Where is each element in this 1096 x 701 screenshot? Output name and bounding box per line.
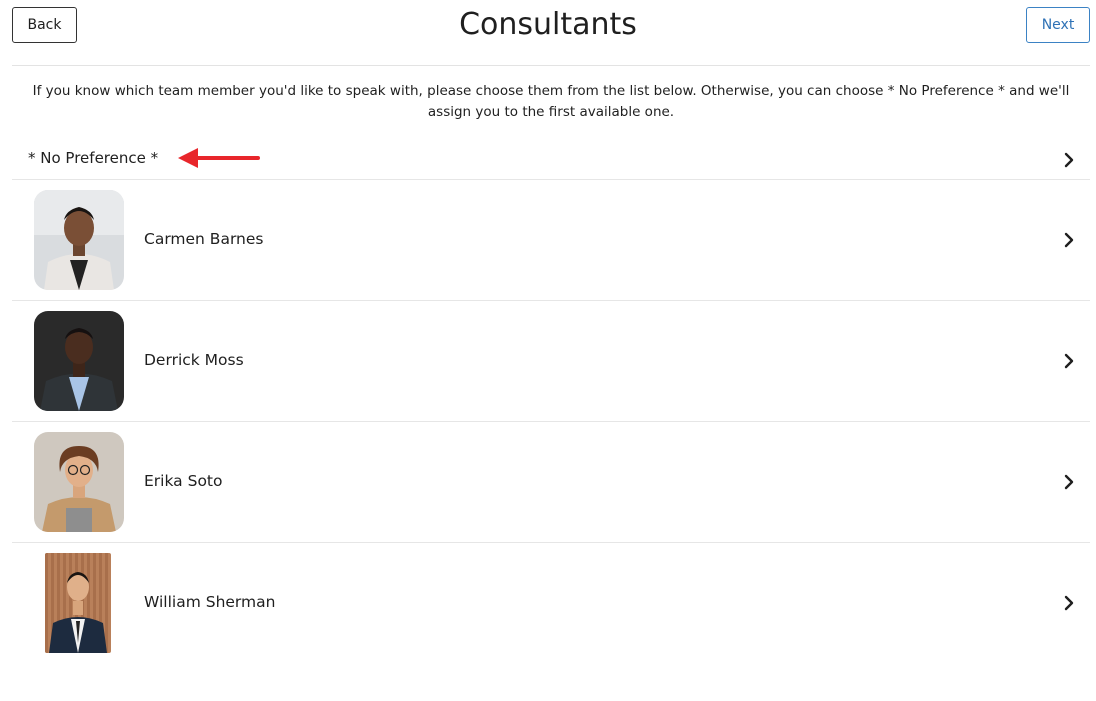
avatar — [34, 311, 124, 411]
page-title: Consultants — [459, 7, 637, 42]
red-arrow-annotation-icon — [178, 148, 260, 168]
page-header: Back Consultants Next — [0, 0, 1096, 52]
chevron-right-icon — [1064, 353, 1074, 369]
avatar — [45, 553, 111, 653]
chevron-right-icon — [1064, 152, 1074, 168]
chevron-right-icon — [1064, 474, 1074, 490]
consultant-name: Erika Soto — [144, 472, 223, 490]
consultant-name: Derrick Moss — [144, 351, 244, 369]
intro-text: If you know which team member you'd like… — [32, 83, 1070, 120]
avatar — [34, 432, 124, 532]
back-button[interactable]: Back — [12, 7, 77, 43]
no-preference-label: * No Preference * — [28, 149, 159, 167]
consultant-name: William Sherman — [144, 593, 276, 611]
consultant-name: Carmen Barnes — [144, 230, 264, 248]
header-divider — [12, 65, 1090, 66]
chevron-right-icon — [1064, 232, 1074, 248]
consultant-row[interactable]: William Sherman — [12, 543, 1090, 664]
avatar — [34, 190, 124, 290]
chevron-right-icon — [1064, 595, 1074, 611]
consultant-row[interactable]: Erika Soto — [12, 422, 1090, 543]
consultant-row[interactable]: Carmen Barnes — [12, 180, 1090, 301]
no-preference-row[interactable]: * No Preference * — [12, 139, 1090, 180]
next-button[interactable]: Next — [1026, 7, 1090, 43]
consultant-row[interactable]: Derrick Moss — [12, 301, 1090, 422]
